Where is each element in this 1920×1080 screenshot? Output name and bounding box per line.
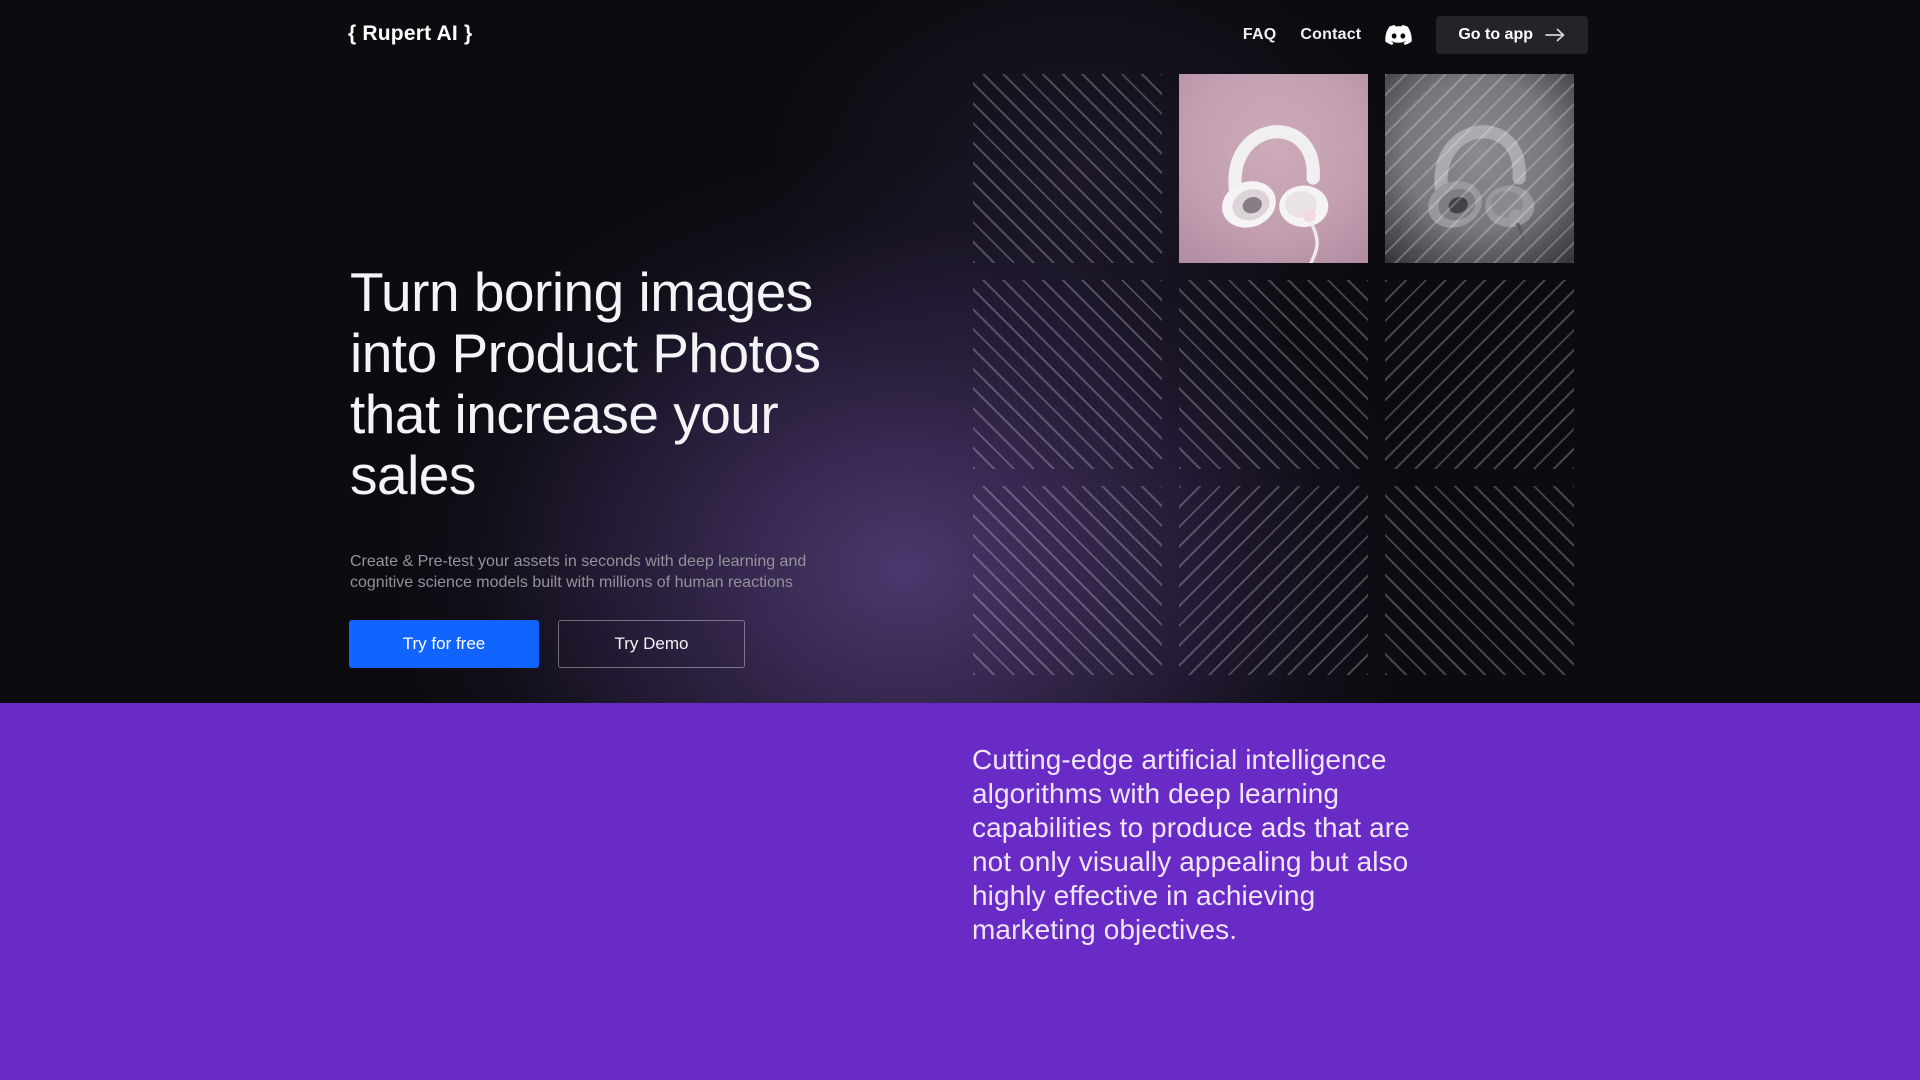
hero-heading: Turn boring images into Product Photos t… xyxy=(350,262,821,506)
go-to-app-button[interactable]: Go to app xyxy=(1436,16,1588,54)
feature-text-line: not only visually appealing but also xyxy=(972,845,1410,879)
gallery-tile-2 xyxy=(1179,74,1368,263)
landing-page: { Rupert AI } FAQ Contact Go to app Turn… xyxy=(0,0,1920,1080)
hero-cta-row: Try for free Try Demo xyxy=(349,620,745,668)
try-demo-button[interactable]: Try Demo xyxy=(558,620,745,668)
feature-text-line: capabilities to produce ads that are xyxy=(972,811,1410,845)
feature-section: Cutting-edge artificial intelligence alg… xyxy=(0,703,1920,1080)
hero-subtext-line: Create & Pre-test your assets in seconds… xyxy=(350,551,806,572)
gallery-tile-3 xyxy=(1385,74,1574,263)
hero-heading-line: Turn boring images xyxy=(350,262,821,323)
feature-text-line: highly effective in achieving xyxy=(972,879,1410,913)
arrow-right-icon xyxy=(1545,28,1566,42)
nav-link-faq[interactable]: FAQ xyxy=(1243,26,1277,44)
hero-heading-line: sales xyxy=(350,445,821,506)
gallery-tile-7 xyxy=(973,486,1162,675)
gallery-tile-4 xyxy=(973,280,1162,469)
gallery-tile-6 xyxy=(1385,280,1574,469)
feature-text-line: algorithms with deep learning xyxy=(972,777,1410,811)
image-grid xyxy=(973,74,1574,675)
gallery-tile-9 xyxy=(1385,486,1574,675)
feature-text-line: Cutting-edge artificial intelligence xyxy=(972,743,1410,777)
site-header: { Rupert AI } FAQ Contact Go to app xyxy=(0,0,1920,70)
discord-icon[interactable] xyxy=(1385,25,1412,45)
go-to-app-label: Go to app xyxy=(1458,26,1533,44)
main-nav: FAQ Contact Go to app xyxy=(1243,0,1588,70)
nav-link-contact[interactable]: Contact xyxy=(1300,26,1361,44)
try-for-free-button[interactable]: Try for free xyxy=(349,620,539,668)
feature-text-line: marketing objectives. xyxy=(972,913,1410,947)
hero-background-glow xyxy=(0,0,1920,703)
gallery-tile-1 xyxy=(973,74,1162,263)
brand-logo[interactable]: { Rupert AI } xyxy=(348,22,472,46)
hero-subtext-line: cognitive science models built with mill… xyxy=(350,572,806,593)
hero-heading-line: that increase your xyxy=(350,384,821,445)
hero-heading-line: into Product Photos xyxy=(350,323,821,384)
gallery-tile-8 xyxy=(1179,486,1368,675)
feature-text: Cutting-edge artificial intelligence alg… xyxy=(972,743,1410,947)
hero-subtext: Create & Pre-test your assets in seconds… xyxy=(350,551,806,593)
gallery-tile-5 xyxy=(1179,280,1368,469)
